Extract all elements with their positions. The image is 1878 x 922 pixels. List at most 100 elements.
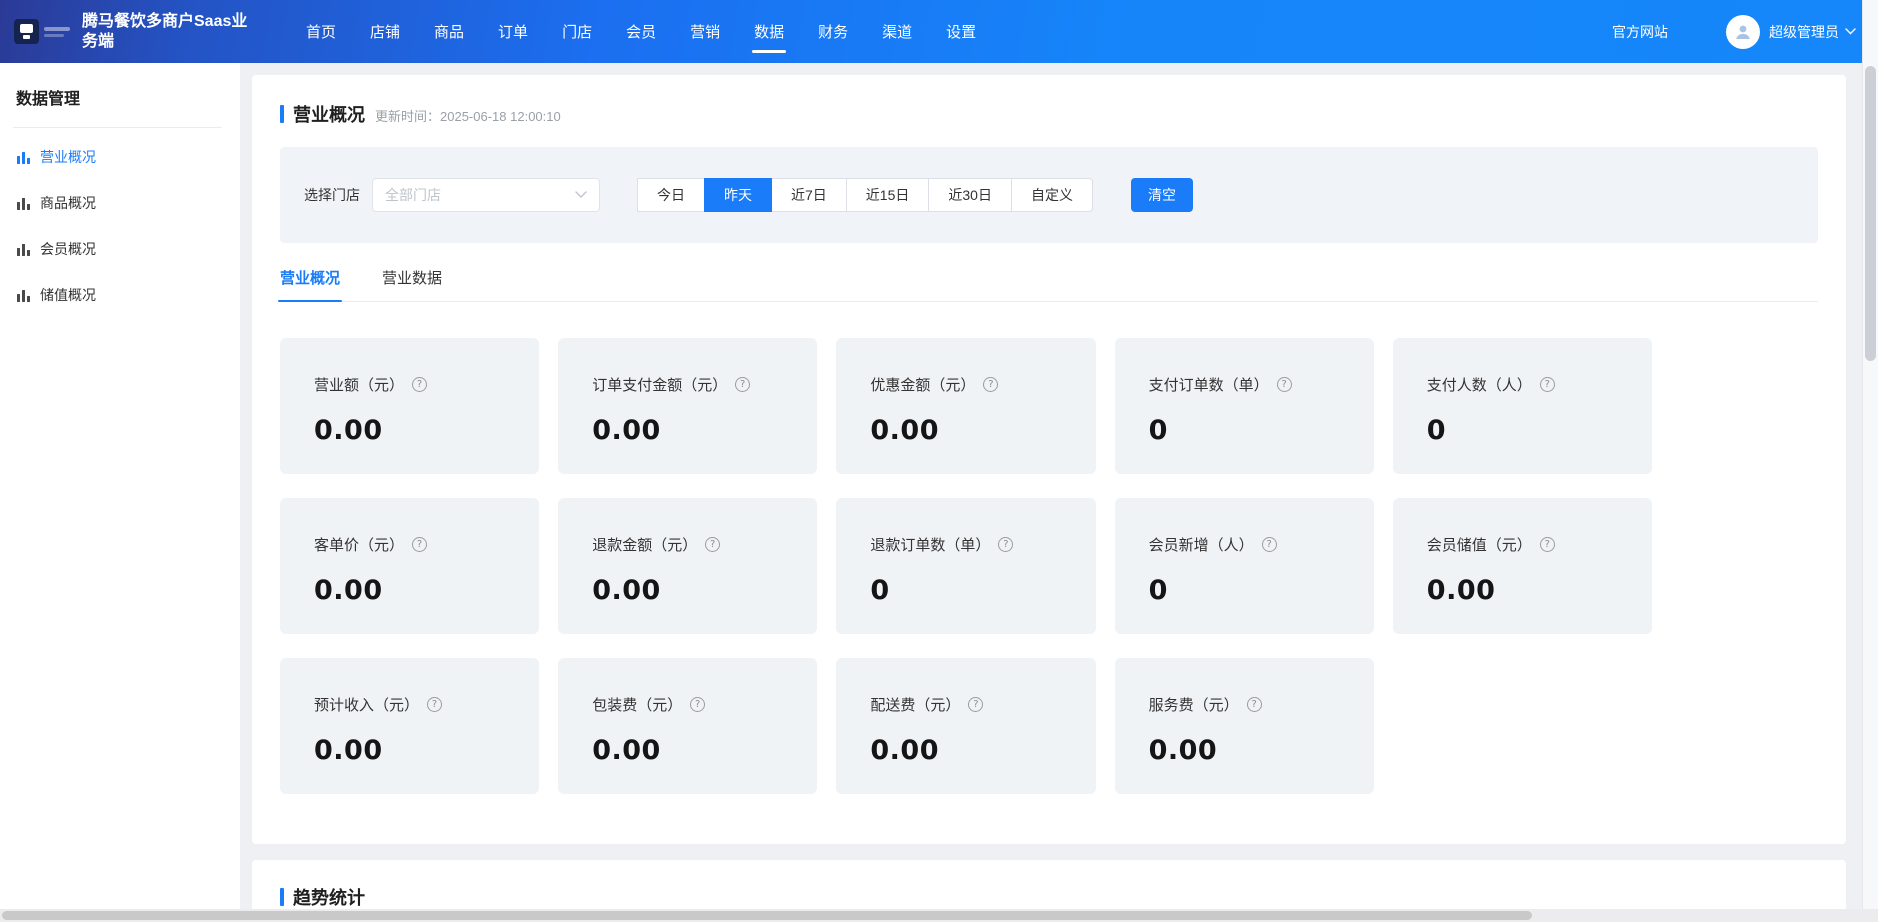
primary-nav: 首页 店铺 商品 订单 门店 会员 营销	[306, 0, 976, 63]
trend-title: 趋势统计	[293, 884, 365, 910]
section-header: 营业概况 更新时间：2025-06-18 12:00:10	[280, 101, 1818, 127]
help-icon[interactable]: ?	[1262, 537, 1277, 552]
main-content: 营业概况 更新时间：2025-06-18 12:00:10 选择门店 全部门店	[240, 63, 1878, 922]
date-range-button-label: 自定义	[1031, 185, 1073, 205]
stat-value: 0.00	[592, 415, 799, 446]
official-site-link[interactable]: 官方网站	[1612, 22, 1668, 42]
nav-menu-item[interactable]: 财务	[818, 0, 848, 63]
stat-value: 0.00	[870, 415, 1077, 446]
business-overview-panel: 营业概况 更新时间：2025-06-18 12:00:10 选择门店 全部门店	[252, 75, 1846, 844]
help-icon[interactable]: ?	[1540, 377, 1555, 392]
nav-menu-item[interactable]: 营销	[690, 0, 720, 63]
help-icon[interactable]: ?	[690, 697, 705, 712]
help-icon[interactable]: ?	[983, 377, 998, 392]
bar-chart-icon	[16, 150, 31, 165]
stat-value: 0.00	[314, 415, 521, 446]
nav-menu-item[interactable]: 订单	[498, 0, 528, 63]
stat-card: 会员储值（元） ? 0.00	[1393, 498, 1652, 634]
stat-value: 0.00	[592, 575, 799, 606]
nav-menu-item[interactable]: 设置	[946, 0, 976, 63]
date-range-button[interactable]: 自定义	[1011, 178, 1093, 212]
nav-menu-item[interactable]: 店铺	[370, 0, 400, 63]
stat-card: 退款订单数（单） ? 0	[836, 498, 1095, 634]
help-icon[interactable]: ?	[427, 697, 442, 712]
nav-menu-item[interactable]: 渠道	[882, 0, 912, 63]
date-range-button-label: 近7日	[791, 185, 827, 205]
stats-grid: 营业额（元） ? 0.00 订单支付金额（元） ? 0.00	[280, 338, 1652, 794]
stat-card: 支付人数（人） ? 0	[1393, 338, 1652, 474]
stat-label: 退款订单数（单） ?	[870, 534, 1077, 555]
nav-menu-item-label: 数据	[754, 21, 784, 42]
stat-label: 退款金额（元） ?	[592, 534, 799, 555]
date-range-button[interactable]: 今日	[637, 178, 705, 212]
user-menu[interactable]: 超级管理员	[1726, 15, 1856, 49]
horizontal-scrollbar[interactable]	[0, 909, 1878, 922]
vertical-scrollbar-thumb[interactable]	[1865, 66, 1876, 361]
nav-menu-item-label: 店铺	[370, 21, 400, 42]
stat-card: 预计收入（元） ? 0.00	[280, 658, 539, 794]
store-select[interactable]: 全部门店	[372, 178, 600, 212]
section-accent-bar	[280, 888, 284, 906]
nav-menu-item[interactable]: 首页	[306, 0, 336, 63]
help-icon[interactable]: ?	[968, 697, 983, 712]
nav-menu-item[interactable]: 门店	[562, 0, 592, 63]
stat-label: 支付人数（人） ?	[1427, 374, 1634, 395]
sidebar-divider	[13, 127, 222, 128]
overview-tabs: 营业概况 营业数据	[280, 267, 1818, 302]
user-name: 超级管理员	[1769, 22, 1839, 42]
sidebar-item[interactable]: 营业概况	[0, 134, 240, 180]
filter-bar: 选择门店 全部门店 今日 昨天	[280, 147, 1818, 243]
help-icon[interactable]: ?	[412, 377, 427, 392]
date-range-button[interactable]: 近30日	[928, 178, 1012, 212]
help-icon[interactable]: ?	[1540, 537, 1555, 552]
nav-menu-item-label: 订单	[498, 21, 528, 42]
sidebar-item-label: 商品概况	[40, 193, 96, 213]
sidebar-item-label: 会员概况	[40, 239, 96, 259]
help-icon[interactable]: ?	[735, 377, 750, 392]
date-range-button-label: 今日	[657, 185, 685, 205]
stat-label: 配送费（元） ?	[870, 694, 1077, 715]
stat-card: 退款金额（元） ? 0.00	[558, 498, 817, 634]
help-icon[interactable]: ?	[1247, 697, 1262, 712]
date-range-button[interactable]: 昨天	[704, 178, 772, 212]
nav-menu-item[interactable]: 商品	[434, 0, 464, 63]
nav-menu-item[interactable]: 会员	[626, 0, 656, 63]
sidebar-item[interactable]: 商品概况	[0, 180, 240, 226]
help-icon[interactable]: ?	[998, 537, 1013, 552]
stat-card: 营业额（元） ? 0.00	[280, 338, 539, 474]
help-icon[interactable]: ?	[412, 537, 427, 552]
date-range-button-label: 近15日	[866, 185, 910, 205]
stat-value: 0.00	[314, 735, 521, 766]
horizontal-scrollbar-thumb[interactable]	[2, 911, 1532, 920]
stat-value: 0	[1149, 415, 1356, 446]
stat-label: 支付订单数（单） ?	[1149, 374, 1356, 395]
nav-menu-item[interactable]: 数据	[754, 0, 784, 63]
stat-card: 配送费（元） ? 0.00	[836, 658, 1095, 794]
date-range-group: 今日 昨天 近7日 近15日	[638, 178, 1093, 212]
date-range-button[interactable]: 近7日	[771, 178, 847, 212]
stat-card: 优惠金额（元） ? 0.00	[836, 338, 1095, 474]
stat-label: 营业额（元） ?	[314, 374, 521, 395]
navbar-right: 官方网站 超级管理员	[1612, 15, 1856, 49]
stat-card: 客单价（元） ? 0.00	[280, 498, 539, 634]
vertical-scrollbar[interactable]	[1862, 0, 1878, 922]
stat-label: 优惠金额（元） ?	[870, 374, 1077, 395]
help-icon[interactable]: ?	[1277, 377, 1292, 392]
nav-menu-item-label: 商品	[434, 21, 464, 42]
stat-label: 客单价（元） ?	[314, 534, 521, 555]
overview-tab[interactable]: 营业概况	[280, 267, 340, 301]
sidebar-item-label: 储值概况	[40, 285, 96, 305]
nav-menu-item-label: 会员	[626, 21, 656, 42]
trend-section-header: 趋势统计	[280, 884, 1818, 910]
sidebar-item[interactable]: 会员概况	[0, 226, 240, 272]
overview-tab[interactable]: 营业数据	[382, 267, 442, 301]
update-time: 更新时间：2025-06-18 12:00:10	[375, 103, 561, 125]
user-icon	[1733, 22, 1753, 42]
stat-label: 服务费（元） ?	[1149, 694, 1356, 715]
clear-button[interactable]: 清空	[1131, 178, 1193, 212]
store-select-label: 选择门店	[304, 185, 360, 205]
date-range-button[interactable]: 近15日	[846, 178, 930, 212]
sidebar-item[interactable]: 储值概况	[0, 272, 240, 318]
nav-menu-item-label: 首页	[306, 21, 336, 42]
help-icon[interactable]: ?	[705, 537, 720, 552]
